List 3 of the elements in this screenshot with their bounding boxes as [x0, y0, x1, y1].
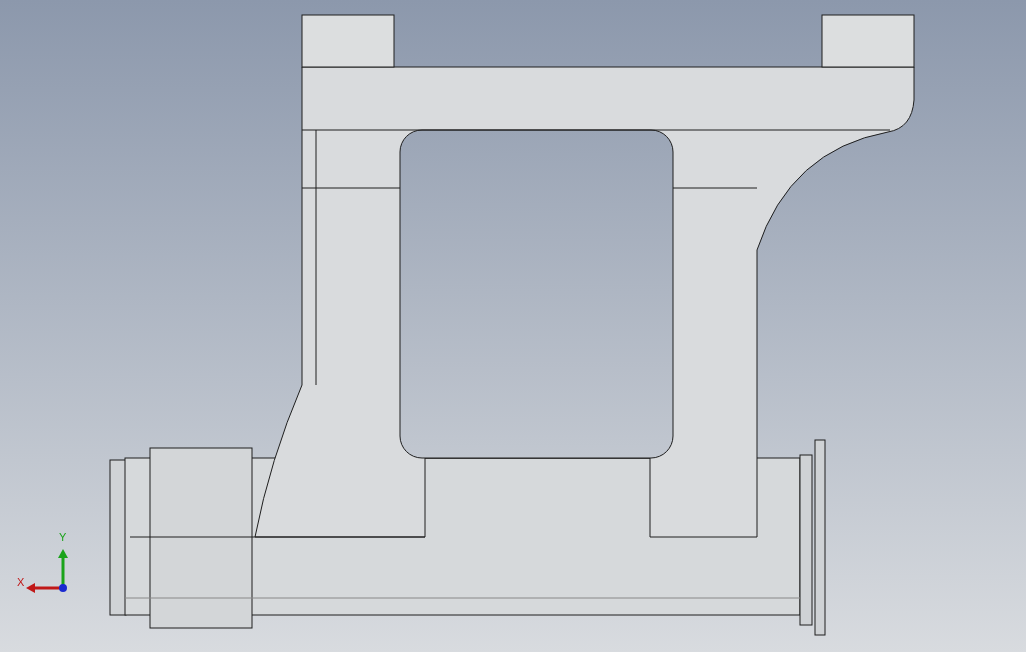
x-axis-label: X: [17, 577, 25, 588]
axis-triad-icon: [26, 549, 68, 593]
y-axis-label: Y: [59, 532, 67, 543]
